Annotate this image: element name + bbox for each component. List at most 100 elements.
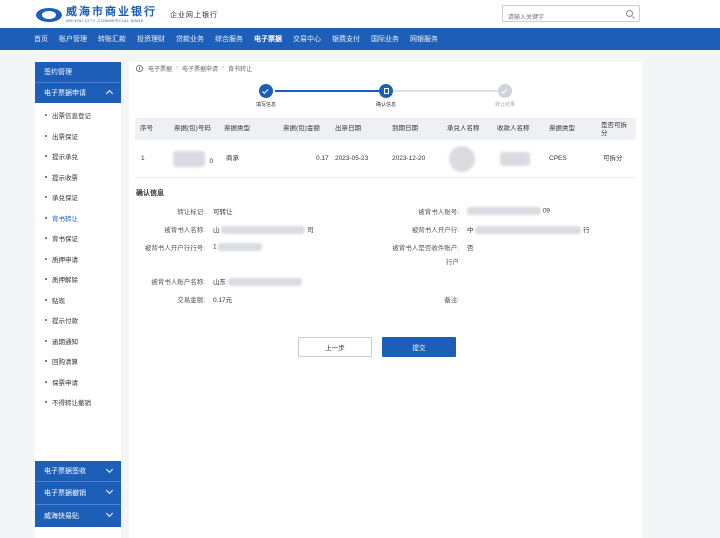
sidebar-item-prompt-accept[interactable]: 提示承兑	[35, 146, 121, 167]
field-value-prefix: 1	[213, 243, 217, 251]
bank-logo[interactable]: 威海市商业银行 WEIHAI CITY COMMERCIAL BANK	[36, 6, 157, 23]
redacted-mask	[467, 207, 541, 215]
sidebar-group-e-bill-sign[interactable]: 电子票据签收	[35, 461, 121, 481]
field-label-continued: 行户	[446, 259, 459, 266]
sidebar-item-label: 逾期通知	[52, 338, 78, 346]
table-header: 序号 票据(包)号码 票据类型 票据(包)金额 出票日期 到期日期 承兑人名称 …	[135, 118, 636, 140]
field-value: 1	[213, 243, 263, 251]
sidebar-item-discount[interactable]: 贴现	[35, 290, 121, 311]
cell-splittable: 可拆分	[603, 154, 623, 162]
step-label: 确认信息	[375, 102, 396, 108]
sub-brand: 企业网上银行	[170, 12, 218, 19]
sidebar-group-label: 电子票据签收	[44, 468, 86, 475]
sidebar-group-e-bill-apply[interactable]: 电子票据申请	[35, 83, 121, 103]
main-nav: 首页 账户管理 转账汇款 投资理财 贷款业务 综合服务 电子票据 交易中心 银费…	[0, 28, 720, 50]
field-value: 否	[467, 245, 474, 252]
redacted-mask	[218, 243, 263, 251]
column-header: 票据类型	[224, 125, 250, 132]
breadcrumb-item[interactable]: 电子票据	[148, 64, 172, 73]
sidebar-item-label: 贴现	[52, 297, 65, 305]
sidebar-item-issue-register[interactable]: 出票信息登记	[35, 105, 121, 126]
field-amount: 交易金额: 0.17元	[135, 294, 232, 304]
table-row[interactable]: 1 0 商承 0.17 2023-05-23 2023-12-20 CPES 可…	[135, 140, 636, 178]
sidebar-footer-groups: 电子票据签收 电子票据撤销 威海快易贴	[35, 461, 121, 527]
sidebar-item-label: 质押申请	[52, 256, 78, 264]
search-icon[interactable]	[626, 10, 633, 17]
sidebar-item-endorse-transfer[interactable]: 背书转让	[35, 208, 121, 229]
sidebar-item-overdue-notice[interactable]: 逾期通知	[35, 331, 121, 352]
submit-button[interactable]: 提交	[382, 337, 456, 357]
cell-bill-no: 0	[173, 150, 213, 168]
sidebar-group-quick-discount[interactable]: 威海快易贴	[35, 505, 121, 527]
sidebar-group-label: 威海快易贴	[44, 513, 79, 520]
nav-payment[interactable]: 银费支付	[332, 34, 360, 44]
sidebar-item-sign-management[interactable]: 签约管理	[35, 62, 121, 82]
field-value: 0.17元	[213, 297, 233, 304]
bullet-icon	[45, 175, 47, 178]
sidebar-item-guarantee-apply[interactable]: 保票申请	[35, 372, 121, 393]
field-same-bank: 被背书人是否收件账户: 否	[379, 242, 474, 252]
field-label: 转让标记:	[177, 209, 205, 216]
field-value: 中 行	[467, 224, 590, 235]
document-icon	[383, 88, 389, 94]
prev-step-button[interactable]: 上一步	[298, 337, 372, 357]
logo-english: WEIHAI CITY COMMERCIAL BANK	[66, 18, 144, 23]
sidebar-item-pledge-release[interactable]: 质押解除	[35, 269, 121, 290]
sidebar-item-prompt-payment[interactable]: 提示付款	[35, 310, 121, 331]
page-root: 威海市商业银行 WEIHAI CITY COMMERCIAL BANK 企业网上…	[0, 0, 720, 538]
field-transfer-flag: 转让标记: 可转让	[135, 206, 233, 216]
nav-account[interactable]: 账户管理	[59, 34, 87, 44]
chevron-up-icon	[105, 89, 114, 98]
field-same-bank-tail: 行户	[379, 256, 459, 266]
column-header: 出票日期	[335, 125, 361, 132]
sidebar-item-label: 签约管理	[44, 69, 72, 76]
cell-issue-date: 2023-05-23	[335, 154, 369, 162]
step-circle	[379, 84, 393, 98]
column-header: 承兑人名称	[447, 125, 480, 132]
breadcrumb-item-current: 背书转让	[228, 66, 253, 73]
sidebar-item-issue-guarantee[interactable]: 出票保证	[35, 126, 121, 147]
nav-investment[interactable]: 投资理财	[137, 34, 165, 44]
nav-trading[interactable]: 交易中心	[293, 34, 321, 44]
location-icon	[136, 64, 143, 72]
sidebar-item-accept-guarantee[interactable]: 承兑保证	[35, 187, 121, 208]
field-value-suffix: 司	[307, 226, 314, 234]
sidebar-item-no-transfer-revoke[interactable]: 不得转让撤销	[35, 392, 121, 413]
nav-ebank-service[interactable]: 网银服务	[410, 34, 438, 44]
nav-transfer[interactable]: 转账汇款	[98, 34, 126, 44]
bullet-icon	[45, 134, 47, 137]
bullet-icon	[45, 216, 47, 219]
redacted-mask	[475, 226, 582, 235]
search-input[interactable]	[508, 10, 623, 26]
nav-home[interactable]: 首页	[34, 34, 48, 44]
field-remark: 备注:	[379, 294, 459, 304]
sidebar-item-endorse-guarantee[interactable]: 背书保证	[35, 228, 121, 249]
nav-international[interactable]: 国际业务	[371, 34, 399, 44]
field-label: 交易金额:	[177, 297, 205, 304]
bullet-icon	[45, 401, 47, 404]
column-header: 是否可拆分	[601, 122, 627, 137]
sidebar-item-prompt-receive[interactable]: 提示收票	[35, 167, 121, 188]
sidebar-group-label: 电子票据撤销	[44, 490, 86, 497]
check-icon	[262, 87, 269, 94]
sidebar-group-e-bill-revoke[interactable]: 电子票据撤销	[35, 482, 121, 504]
nav-services[interactable]: 综合服务	[215, 34, 243, 44]
sidebar-item-pledge-apply[interactable]: 质押申请	[35, 249, 121, 270]
breadcrumb-item[interactable]: 电子票据申请	[182, 64, 218, 73]
bullet-icon	[45, 257, 47, 260]
sidebar-item-label: 背书转让	[52, 215, 78, 223]
chevron-down-icon	[105, 486, 114, 495]
field-value: 可转让	[213, 209, 233, 216]
sidebar: 签约管理 电子票据申请 出票信息登记 出票保证 提示承兑 提示收票 承兑保证 背…	[35, 62, 121, 538]
sidebar-item-label: 出票保证	[52, 133, 78, 141]
field-value: 山东	[213, 276, 302, 287]
bullet-icon	[45, 380, 47, 383]
field-label: 被背书人账号:	[418, 209, 459, 216]
bullet-icon	[45, 196, 47, 199]
check-icon	[501, 87, 508, 94]
field-label: 被背书人账户名称:	[151, 279, 205, 286]
sidebar-item-repurchase[interactable]: 回购清算	[35, 351, 121, 372]
search-box[interactable]	[502, 5, 640, 26]
nav-e-bill[interactable]: 电子票据	[254, 34, 282, 44]
nav-loan[interactable]: 贷款业务	[176, 34, 204, 44]
